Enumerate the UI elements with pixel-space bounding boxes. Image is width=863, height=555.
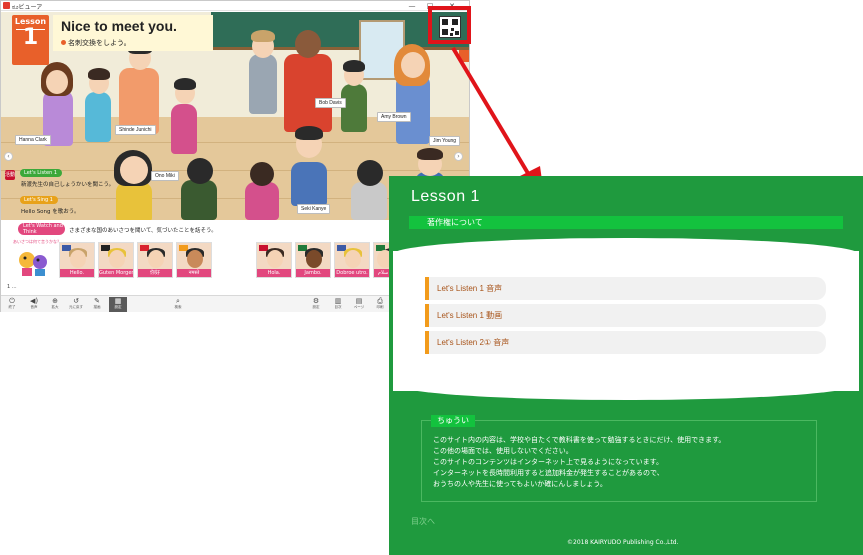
copyright-text: ©2018 KAIRYUDO Publishing Co.,Ltd. <box>567 539 679 546</box>
name-tag: Amy Brown <box>377 112 411 122</box>
greeting-thumb[interactable]: Guten Morgen. <box>98 242 134 278</box>
notice-line: おうちの人や先生に使ってもよいか確にんしましょう。 <box>433 480 607 488</box>
name-tag: Ono Miki <box>151 171 179 181</box>
copyright-bar-label: 著作権について <box>427 218 483 227</box>
content-item[interactable]: Let's Listen 1 音声 <box>425 277 826 300</box>
power-icon: ⏻ <box>9 297 15 305</box>
strip-footnote: 1 ... <box>7 284 17 290</box>
prev-page-icon[interactable]: ‹ <box>4 152 13 161</box>
lets-watch-pill[interactable]: Let's Watch and Think <box>18 223 65 235</box>
lets-sing-text: Hello Song を歌おう。 <box>21 209 80 215</box>
contents-icon: ▥ <box>334 297 342 305</box>
bullet-icon <box>61 40 66 45</box>
greeting-thumb[interactable]: Hello. <box>59 242 95 278</box>
search-button[interactable]: ⌕ 検索 <box>169 297 187 312</box>
page-title: Lesson 1 <box>411 188 480 205</box>
speaker-icon: ◀) <box>29 297 39 305</box>
student-figure <box>171 104 197 154</box>
next-page-icon[interactable]: › <box>454 152 463 161</box>
power-button[interactable]: ⏻ 終了 <box>3 297 21 312</box>
notice-title: ちゅうい <box>431 415 475 427</box>
greeting-thumb[interactable]: Dobroe utro. <box>334 242 370 278</box>
undo-button[interactable]: ↺ 元に戻す <box>67 297 85 312</box>
screen: ಠ೨ビューア — □ ✕ Lesson 1 Nice to meet you. … <box>0 0 863 555</box>
student-back-figure <box>245 182 279 220</box>
greeting-thumb[interactable]: Hola. <box>256 242 292 278</box>
student-figure <box>249 54 277 114</box>
window-title: ಠ೨ビューア <box>12 4 43 11</box>
copyright-bar[interactable]: 著作権について <box>409 216 843 229</box>
student-back-figure <box>351 182 387 220</box>
mascot-speech: あいさつは何て言うかな？ <box>13 239 61 244</box>
page-tab[interactable] <box>459 50 469 62</box>
student-figure <box>341 84 367 132</box>
student-figure <box>85 92 111 142</box>
notice-line: この他の場面では、使用しないでください。 <box>433 447 573 455</box>
settings-button[interactable]: ⚙ 設定 <box>307 297 325 312</box>
qr-content-page: Lesson 1 著作権について Let's Listen 1 音声 Let's… <box>389 176 863 555</box>
undo-icon: ↺ <box>73 297 79 305</box>
zoom-icon: ⊕ <box>52 297 58 305</box>
search-icon: ⌕ <box>176 297 180 305</box>
contents-button[interactable]: ▥ 目次 <box>329 297 347 312</box>
page-view-button[interactable]: ▤ ページ <box>350 297 368 312</box>
content-item[interactable]: Let's Listen 2① 音声 <box>425 331 826 354</box>
student-back-figure <box>181 180 217 220</box>
bob-davis-figure <box>284 54 332 132</box>
name-tag: Bob Davis <box>315 98 346 108</box>
title-bar: ಠ೨ビューア — □ ✕ <box>1 1 469 11</box>
page-icon: ▤ <box>355 297 363 305</box>
lets-watch-text: さまざまな国のあいさつを聞いて、気づいたことを話そう。 <box>69 228 217 234</box>
lesson-subtitle: 名刺交換をしよう。 <box>61 38 131 48</box>
print-button[interactable]: ⎙ 印刷 <box>371 297 389 312</box>
print-icon: ⎙ <box>377 297 383 305</box>
greeting-thumb[interactable]: Jambo. <box>295 242 331 278</box>
lets-listen-text: 新渡先生の自己しょうかいを聞こう。 <box>21 182 115 188</box>
grid-icon: ▦ <box>114 297 122 305</box>
settings-panel-button[interactable]: ▦ 設定 <box>109 297 127 312</box>
notice-line: このサイトのコンテンツはインターネット上で見るようになっています。 <box>433 458 663 466</box>
zoom-button[interactable]: ⊕ 拡大 <box>46 297 64 312</box>
ono-miki-figure <box>116 182 152 220</box>
activity-badge: 活動 <box>5 170 16 180</box>
lets-sing-pill[interactable]: Let's Sing 1 <box>20 196 58 204</box>
lesson-badge: Lesson 1 <box>12 15 49 65</box>
name-tag: Shinde Junichi <box>115 125 156 135</box>
notice-line: インターネットを長時間利用すると追加料金が発生することがあるので、 <box>433 469 664 477</box>
seki-kanye-figure <box>291 162 327 206</box>
lesson-title: Nice to meet you. <box>61 18 177 34</box>
lets-listen-pill[interactable]: Let's Listen 1 <box>20 169 63 177</box>
content-item[interactable]: Let's Listen 1 動画 <box>425 304 826 327</box>
pen-icon: ✎ <box>94 297 100 305</box>
back-to-contents-link[interactable]: 目次へ <box>411 516 435 527</box>
draw-button[interactable]: ✎ 描画 <box>88 297 106 312</box>
audio-button[interactable]: ◀) 音声 <box>25 297 43 312</box>
qr-highlight-box <box>428 6 471 44</box>
gear-icon: ⚙ <box>312 297 320 305</box>
greeting-thumb[interactable]: 你好 <box>137 242 173 278</box>
greeting-thumb[interactable]: नमस्ते <box>176 242 212 278</box>
name-tag: Seki Kanye <box>297 204 331 214</box>
app-icon <box>3 2 10 9</box>
notice-line: このサイト内の内容は、学校や自たくで教科書を使って勉強するときにだけ、使用できま… <box>433 436 726 444</box>
minimize-button[interactable]: — <box>405 1 419 11</box>
name-tag: Jim Young <box>429 136 461 146</box>
name-tag: Hanna Clark <box>15 135 51 145</box>
